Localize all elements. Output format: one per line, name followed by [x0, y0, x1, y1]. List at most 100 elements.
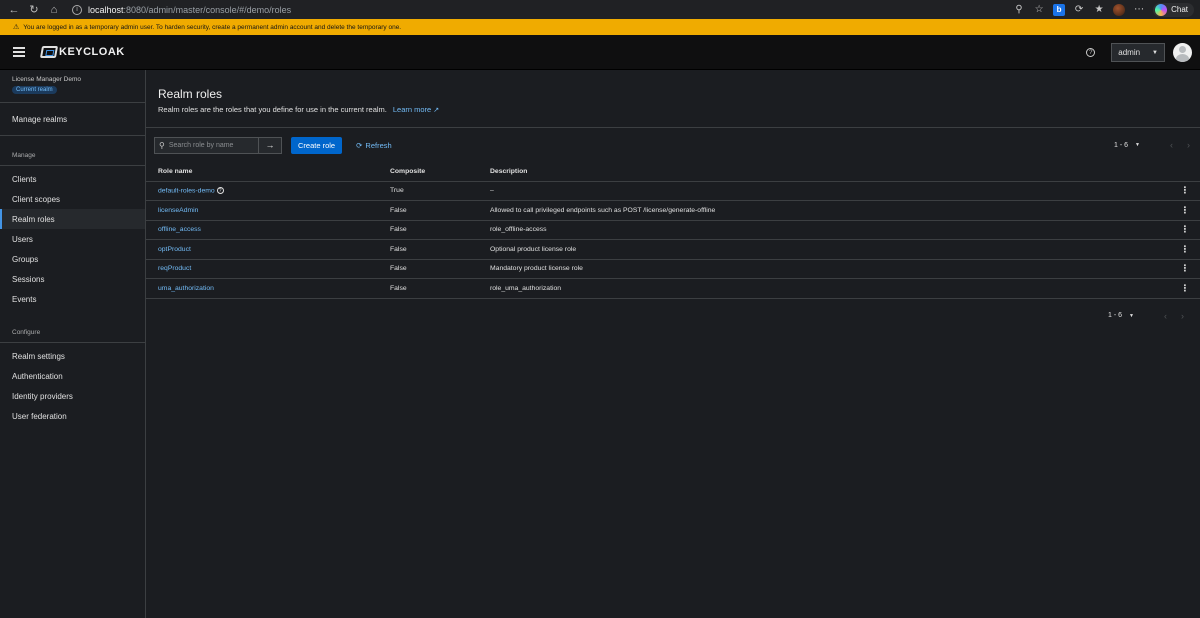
sidebar-item-users[interactable]: Users — [0, 229, 145, 249]
sidebar-section-manage: Manage — [12, 151, 36, 159]
search-placeholder: Search role by name — [168, 141, 234, 149]
pagination-bottom: 1 - 6 ▼ ‹ › — [1108, 306, 1184, 326]
column-header-composite: Composite — [378, 162, 478, 182]
keycloak-logo[interactable]: KEYCLOAK — [39, 46, 125, 58]
sidebar-item-events[interactable]: Events — [0, 289, 145, 309]
sidebar-item-manage-realms[interactable]: Manage realms — [0, 109, 145, 129]
row-actions-kebab-icon[interactable]: ⋮ — [1170, 200, 1200, 221]
back-icon[interactable]: ← — [6, 2, 22, 18]
description-cell: Allowed to call privileged endpoints suc… — [478, 200, 1170, 221]
description-cell: Mandatory product license role — [478, 259, 1170, 279]
home-icon[interactable]: ⌂ — [46, 2, 62, 18]
page-description: Realm roles are the roles that you defin… — [158, 105, 1188, 114]
row-actions-kebab-icon[interactable]: ⋮ — [1170, 239, 1200, 260]
role-link[interactable]: default-roles-demo — [158, 187, 215, 194]
more-icon[interactable]: ⋯ — [1133, 4, 1145, 16]
role-link[interactable]: uma_authorization — [158, 285, 214, 292]
role-link[interactable]: reqProduct — [158, 265, 191, 272]
reload-icon[interactable]: ↻ — [26, 2, 42, 18]
description-cell: role_uma_authorization — [478, 278, 1170, 299]
table-toolbar: ⚲ Search role by name → Create role ⟳ Re… — [146, 128, 1200, 162]
pagination-top: 1 - 6 ▼ ‹ › — [1114, 128, 1190, 162]
table-row: reqProduct False Mandatory product licen… — [146, 259, 1200, 279]
sidebar-item-sessions[interactable]: Sessions — [0, 269, 145, 289]
role-link[interactable]: licenseAdmin — [158, 207, 198, 214]
favorites-icon[interactable]: ★ — [1093, 4, 1105, 16]
role-name-cell: licenseAdmin — [146, 200, 378, 221]
realm-selector[interactable]: License Manager Demo Current realm — [0, 70, 145, 103]
learn-more-link[interactable]: Learn more ↗ — [393, 105, 439, 114]
sidebar-item-realm-roles[interactable]: Realm roles — [0, 209, 145, 229]
row-actions-kebab-icon[interactable]: ⋮ — [1170, 220, 1200, 240]
caret-down-icon[interactable]: ▼ — [1129, 313, 1134, 319]
hamburger-menu-icon[interactable] — [13, 47, 25, 57]
banner-text: You are logged in as a temporary admin u… — [23, 23, 402, 31]
chat-label: Chat — [1171, 5, 1188, 14]
user-dropdown[interactable]: admin ▼ — [1111, 43, 1165, 62]
row-actions-kebab-icon[interactable]: ⋮ — [1170, 259, 1200, 279]
zoom-icon[interactable]: ⚲ — [1013, 4, 1025, 16]
warning-icon: ⚠ — [13, 24, 20, 31]
create-role-button[interactable]: Create role — [291, 136, 343, 154]
previous-page-icon[interactable]: ‹ — [1170, 140, 1173, 150]
masthead: KEYCLOAK ? admin ▼ — [0, 35, 1200, 70]
previous-page-icon[interactable]: ‹ — [1164, 311, 1167, 321]
avatar[interactable] — [1173, 43, 1192, 62]
sidebar-item-clients[interactable]: Clients — [0, 169, 145, 189]
help-icon[interactable]: ? — [1086, 48, 1096, 57]
sidebar-item-realm-settings[interactable]: Realm settings — [0, 346, 145, 366]
sidebar-item-groups[interactable]: Groups — [0, 249, 145, 269]
caret-down-icon[interactable]: ▼ — [1135, 142, 1140, 148]
sidebar-item-client-scopes[interactable]: Client scopes — [0, 189, 145, 209]
next-page-icon[interactable]: › — [1181, 311, 1184, 321]
keycloak-logo-icon — [39, 46, 59, 58]
composite-cell: False — [378, 200, 478, 221]
url-host: localhost — [88, 4, 124, 15]
help-icon[interactable]: ? — [216, 187, 224, 195]
copilot-icon — [1155, 3, 1168, 16]
role-name-cell: optProduct — [146, 239, 378, 260]
sidebar-item-identity-providers[interactable]: Identity providers — [0, 386, 145, 406]
sidebar-item-authentication[interactable]: Authentication — [0, 366, 145, 386]
table-row: offline_access False role_offline-access… — [146, 220, 1200, 240]
pagination-range[interactable]: 1 - 6 — [1114, 142, 1128, 149]
site-info-icon[interactable]: i — [72, 4, 82, 15]
composite-cell: False — [378, 278, 478, 299]
sidebar-item-user-federation[interactable]: User federation — [0, 406, 145, 426]
role-link[interactable]: offline_access — [158, 226, 201, 233]
url-path: :8080/admin/master/console/#/demo/roles — [123, 4, 292, 15]
pagination-bottom-area: 1 - 6 ▼ ‹ › — [146, 299, 1200, 347]
row-actions-kebab-icon[interactable]: ⋮ — [1170, 278, 1200, 299]
search-submit-arrow-icon[interactable]: → — [258, 137, 281, 153]
description-text: Realm roles are the roles that you defin… — [158, 105, 387, 114]
bing-extension-icon[interactable]: b — [1053, 3, 1066, 16]
extensions-icon[interactable]: ⟳ — [1073, 4, 1085, 16]
learn-more-label: Learn more — [392, 105, 432, 114]
search-icon: ⚲ — [159, 140, 165, 150]
refresh-button[interactable]: ⟳ Refresh — [356, 141, 392, 150]
temporary-admin-banner: ⚠ You are logged in as a temporary admin… — [0, 19, 1200, 35]
address-bar[interactable]: i localhost:8080/admin/master/console/#/… — [72, 4, 292, 15]
table-row: optProduct False Optional product licens… — [146, 239, 1200, 260]
table-row: licenseAdmin False Allowed to call privi… — [146, 200, 1200, 221]
role-link[interactable]: optProduct — [158, 246, 191, 253]
sidebar-section-configure: Configure — [12, 328, 41, 336]
favorite-star-icon[interactable]: ☆ — [1033, 4, 1045, 16]
search-input[interactable]: ⚲ Search role by name — [155, 138, 258, 153]
chat-button[interactable]: Chat — [1153, 2, 1194, 17]
description-cell: Optional product license role — [478, 239, 1170, 260]
sidebar: License Manager Demo Current realm Manag… — [0, 70, 146, 618]
external-link-icon: ↗ — [433, 106, 440, 114]
current-realm-badge: Current realm — [12, 86, 57, 94]
description-cell: – — [478, 181, 1170, 201]
search-box: ⚲ Search role by name → — [154, 136, 282, 154]
description-cell: role_offline-access — [478, 220, 1170, 240]
page-header: Realm roles Realm roles are the roles th… — [146, 70, 1200, 128]
table-row: uma_authorization False role_uma_authori… — [146, 278, 1200, 299]
row-actions-kebab-icon[interactable]: ⋮ — [1170, 181, 1200, 201]
profile-avatar-icon[interactable] — [1113, 3, 1126, 16]
next-page-icon[interactable]: › — [1187, 140, 1190, 150]
pagination-range[interactable]: 1 - 6 — [1108, 312, 1122, 319]
role-name-cell: uma_authorization — [146, 278, 378, 299]
table-header-row: Role name Composite Description — [146, 162, 1200, 182]
